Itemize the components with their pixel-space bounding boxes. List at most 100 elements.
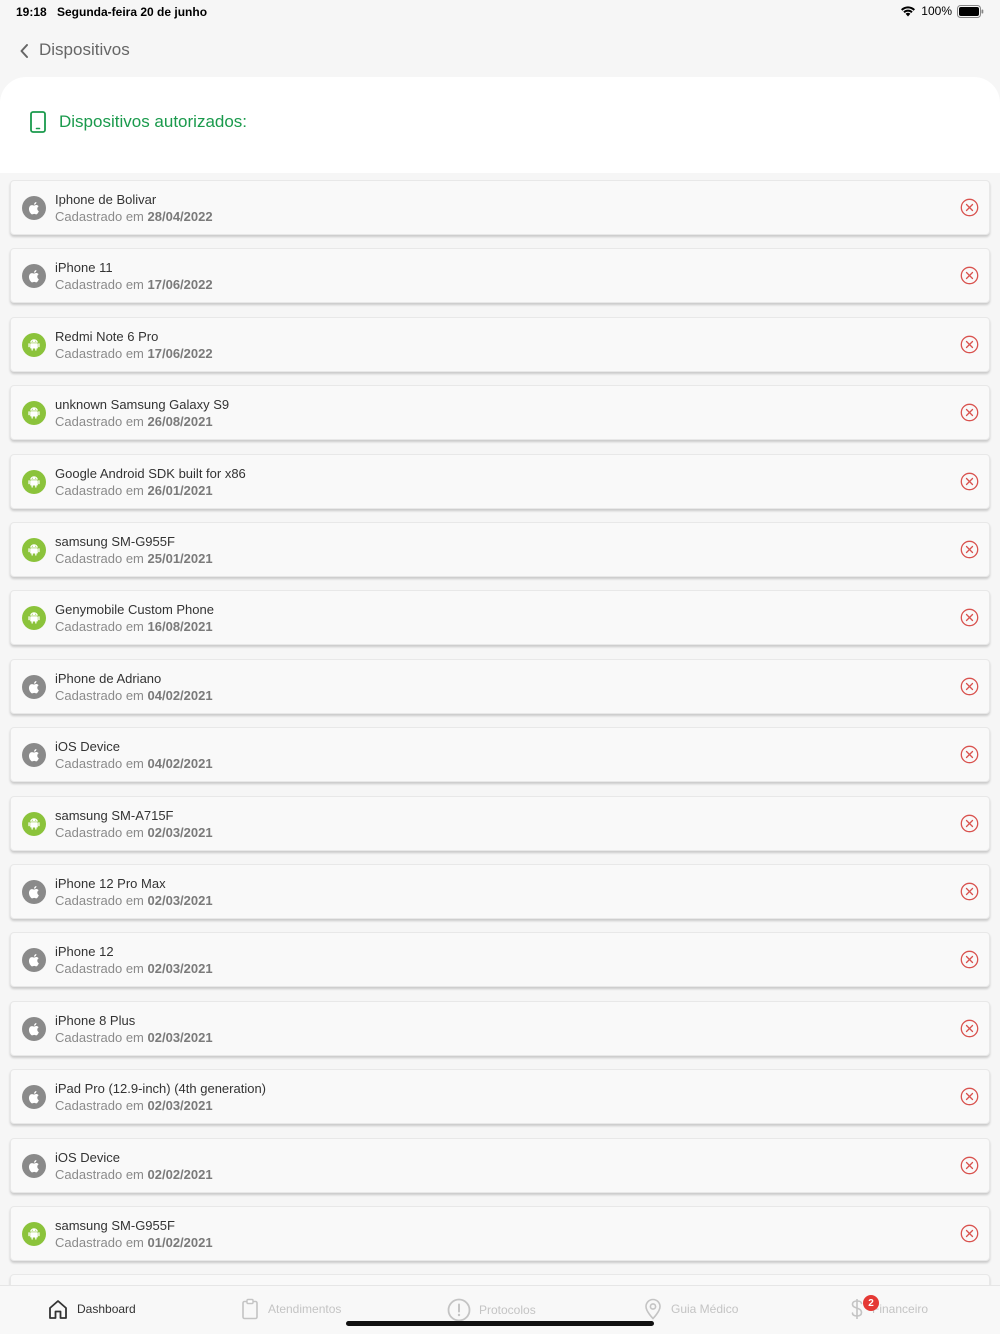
- device-name: Genymobile Custom Phone: [55, 602, 214, 617]
- tab-label: Financeiro: [872, 1302, 929, 1316]
- device-registered: Cadastrado em 17/06/2022: [55, 277, 213, 292]
- apple-icon: [22, 948, 46, 972]
- close-circle-icon: [960, 266, 979, 289]
- registered-date: 17/06/2022: [147, 277, 213, 292]
- close-circle-icon: [960, 335, 979, 358]
- remove-device-button[interactable]: [960, 608, 979, 627]
- remove-device-button[interactable]: [960, 1224, 979, 1243]
- close-circle-icon: [960, 540, 979, 563]
- close-circle-icon: [960, 950, 979, 973]
- registered-date: 02/02/2021: [147, 1167, 213, 1182]
- registered-prefix: Cadastrado em: [55, 825, 144, 840]
- android-icon: [22, 538, 46, 562]
- map-pin-icon: [645, 1298, 661, 1320]
- panel-title: Dispositivos autorizados:: [59, 112, 248, 131]
- chevron-left-icon: [20, 44, 28, 58]
- tab-label: Guia Médico: [671, 1302, 739, 1316]
- android-icon: [22, 812, 46, 836]
- device-list[interactable]: Iphone de Bolivar Cadastrado em 28/04/202…: [0, 178, 1000, 1285]
- device-registered: Cadastrado em 02/03/2021: [55, 1098, 213, 1113]
- dollar-icon: [851, 1299, 863, 1319]
- registered-prefix: Cadastrado em: [55, 209, 144, 224]
- registered-prefix: Cadastrado em: [55, 893, 144, 908]
- device-name: Google Android SDK built for x86: [55, 466, 246, 481]
- phone-icon: [30, 111, 46, 133]
- apple-icon: [22, 1085, 46, 1109]
- remove-device-button[interactable]: [960, 745, 979, 764]
- tab-dashboard[interactable]: Dashboard: [47, 1298, 136, 1320]
- android-icon: [22, 333, 46, 357]
- registered-date: 02/03/2021: [147, 961, 213, 976]
- remove-device-button[interactable]: [960, 472, 979, 491]
- remove-device-button[interactable]: [960, 198, 979, 217]
- device-name: iOS Device: [55, 1150, 121, 1165]
- device-card-partial: [10, 1274, 990, 1285]
- device-card: Iphone de Bolivar Cadastrado em 28/04/202…: [10, 180, 990, 235]
- device-registered: Cadastrado em 02/03/2021: [55, 961, 213, 976]
- device-registered: Cadastrado em 28/04/2022: [55, 209, 213, 224]
- device-registered: Cadastrado em 26/08/2021: [55, 414, 213, 429]
- remove-device-button[interactable]: [960, 1087, 979, 1106]
- device-name: iPhone 12: [55, 944, 114, 959]
- device-name: iPad Pro (12.9-inch) (4th generation): [55, 1081, 267, 1096]
- registered-date: 02/03/2021: [147, 1098, 213, 1113]
- device-card: iPad Pro (12.9-inch) (4th generation) Cad…: [10, 1069, 990, 1124]
- remove-device-button[interactable]: [960, 950, 979, 969]
- device-registered: Cadastrado em 02/03/2021: [55, 893, 213, 908]
- device-card: iOS Device Cadastrado em 02/02/2021: [10, 1138, 990, 1193]
- device-registered: Cadastrado em 02/02/2021: [55, 1167, 213, 1182]
- registered-prefix: Cadastrado em: [55, 1235, 144, 1250]
- device-card: iPhone 12 Pro Max Cadastrado em 02/03/202…: [10, 864, 990, 919]
- remove-device-button[interactable]: [960, 335, 979, 354]
- tab-financeiro[interactable]: 2 Financeiro: [850, 1295, 929, 1320]
- tab-protocolos[interactable]: Protocolos: [447, 1298, 536, 1322]
- tab-label: Atendimentos: [268, 1302, 342, 1316]
- remove-device-button[interactable]: [960, 540, 979, 559]
- device-name: samsung SM-A715F: [55, 808, 174, 823]
- close-circle-icon: [960, 403, 979, 426]
- registered-prefix: Cadastrado em: [55, 1030, 144, 1045]
- close-circle-icon: [960, 677, 979, 700]
- device-card: iPhone 12 Cadastrado em 02/03/2021: [10, 932, 990, 987]
- remove-device-button[interactable]: [960, 1019, 979, 1038]
- device-card: samsung SM-G955F Cadastrado em 01/02/2021: [10, 1206, 990, 1261]
- tab-guia-medico[interactable]: Guia Médico: [643, 1298, 738, 1320]
- device-name: iOS Device: [55, 739, 121, 754]
- battery-percent: 100%: [921, 4, 952, 18]
- status-bar: 19:18 Segunda-feira 20 de junho 100%: [0, 0, 1000, 24]
- wifi-icon: [901, 6, 916, 17]
- remove-device-button[interactable]: [960, 882, 979, 901]
- clipboard-icon: [242, 1298, 258, 1320]
- page-title: Dispositivos: [39, 40, 130, 59]
- registered-date: 26/01/2021: [147, 483, 213, 498]
- device-card: iOS Device Cadastrado em 04/02/2021: [10, 727, 990, 782]
- device-name: iPhone 12 Pro Max: [55, 876, 166, 891]
- device-name: Iphone de Bolivar: [55, 192, 157, 207]
- device-registered: Cadastrado em 02/03/2021: [55, 1030, 213, 1045]
- device-card: Redmi Note 6 Pro Cadastrado em 17/06/2022: [10, 317, 990, 372]
- close-circle-icon: [960, 1224, 979, 1247]
- tab-atendimentos[interactable]: Atendimentos: [240, 1298, 341, 1320]
- remove-device-button[interactable]: [960, 677, 979, 696]
- device-registered: Cadastrado em 16/08/2021: [55, 619, 213, 634]
- remove-device-button[interactable]: [960, 403, 979, 422]
- close-circle-icon: [960, 608, 979, 631]
- registered-prefix: Cadastrado em: [55, 551, 144, 566]
- device-name: samsung SM-G955F: [55, 534, 175, 549]
- remove-device-button[interactable]: [960, 1156, 979, 1175]
- apple-icon: [22, 880, 46, 904]
- device-name: iPhone de Adriano: [55, 671, 162, 686]
- device-card: Genymobile Custom Phone Cadastrado em 16/…: [10, 590, 990, 645]
- close-circle-icon: [960, 472, 979, 495]
- home-icon: [49, 1300, 67, 1319]
- remove-device-button[interactable]: [960, 814, 979, 833]
- remove-device-button[interactable]: [960, 266, 979, 285]
- back-button[interactable]: [14, 40, 34, 62]
- device-name: Redmi Note 6 Pro: [55, 329, 159, 344]
- device-name: unknown Samsung Galaxy S9: [55, 397, 230, 412]
- registered-date: 02/03/2021: [147, 1030, 213, 1045]
- notification-badge: 2: [863, 1295, 879, 1311]
- registered-prefix: Cadastrado em: [55, 277, 144, 292]
- device-registered: Cadastrado em 04/02/2021: [55, 688, 213, 703]
- registered-date: 02/03/2021: [147, 893, 213, 908]
